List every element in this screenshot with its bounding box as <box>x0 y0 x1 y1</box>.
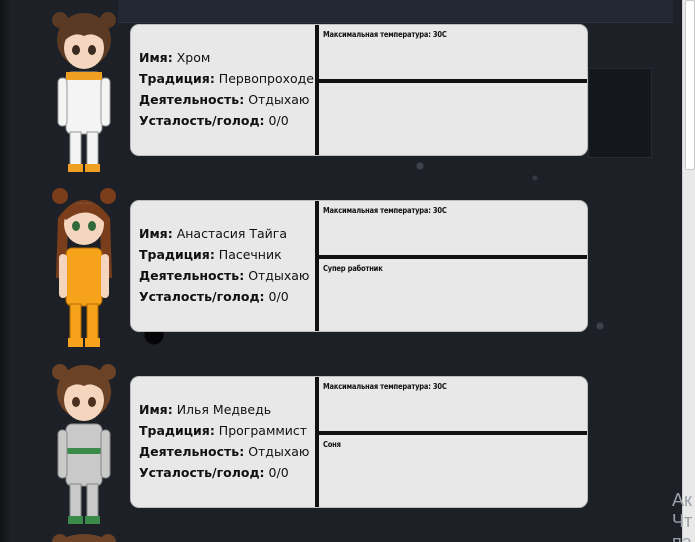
character-card: Имя: Илья Медведь Традиция: Программист … <box>130 376 588 508</box>
name-label: Имя: <box>139 402 173 417</box>
tradition-label: Традиция: <box>139 247 215 262</box>
character-info: Имя: Анастасия Тайга Традиция: Пасечник … <box>139 223 315 307</box>
scrollbar-thumb[interactable] <box>685 0 695 170</box>
tradition-label: Традиция: <box>139 423 215 438</box>
tradition-label: Традиция: <box>139 71 215 86</box>
character-portrait <box>52 188 116 347</box>
card-divider-vertical <box>315 377 319 507</box>
character-tradition: Первопроходец <box>218 71 315 86</box>
name-label: Имя: <box>139 226 173 241</box>
character-fatigue: 0/0 <box>268 289 289 304</box>
character-portrait <box>52 12 116 172</box>
trait-1: Максимальная температура: 30С <box>323 382 447 391</box>
character-activity: Отдыхаю <box>248 444 310 459</box>
fatigue-label: Усталость/голод: <box>139 465 265 480</box>
character-entry[interactable]: Имя: Анастасия Тайга Традиция: Пасечник … <box>0 176 600 347</box>
character-card: Имя: Анастасия Тайга Традиция: Пасечник … <box>130 200 588 332</box>
character-entry[interactable]: Имя: Илья Медведь Традиция: Программист … <box>0 352 600 524</box>
character-name: Анастасия Тайга <box>176 226 288 241</box>
character-tradition: Пасечник <box>218 247 282 262</box>
character-portrait-partial <box>52 534 116 542</box>
card-divider-horizontal <box>319 79 587 83</box>
card-divider-vertical <box>315 25 319 155</box>
activation-watermark: Ак Чт па <box>672 490 693 542</box>
trait-2: Соня <box>323 440 341 449</box>
trait-1: Максимальная температура: 30С <box>323 206 447 215</box>
fatigue-label: Усталость/голод: <box>139 289 265 304</box>
fatigue-label: Усталость/голод: <box>139 113 265 128</box>
character-fatigue: 0/0 <box>268 113 289 128</box>
character-name: Илья Медведь <box>176 402 272 417</box>
character-entry[interactable]: Имя: Хром Традиция: Первопроходец Деятел… <box>0 0 600 172</box>
activity-label: Деятельность: <box>139 92 245 107</box>
character-activity: Отдыхаю <box>248 268 310 283</box>
activity-label: Деятельность: <box>139 268 245 283</box>
character-card: Имя: Хром Традиция: Первопроходец Деятел… <box>130 24 588 156</box>
trait-1: Максимальная температура: 30С <box>323 30 447 39</box>
trait-2: Супер работник <box>323 264 383 273</box>
character-name: Хром <box>176 50 211 65</box>
card-divider-horizontal <box>319 255 587 259</box>
character-tradition: Программист <box>218 423 308 438</box>
card-divider-vertical <box>315 201 319 331</box>
character-info: Имя: Илья Медведь Традиция: Программист … <box>139 399 315 483</box>
character-portrait <box>52 364 116 524</box>
activity-label: Деятельность: <box>139 444 245 459</box>
character-info: Имя: Хром Традиция: Первопроходец Деятел… <box>139 47 315 131</box>
name-label: Имя: <box>139 50 173 65</box>
card-divider-horizontal <box>319 431 587 435</box>
character-fatigue: 0/0 <box>268 465 289 480</box>
character-activity: Отдыхаю <box>248 92 310 107</box>
